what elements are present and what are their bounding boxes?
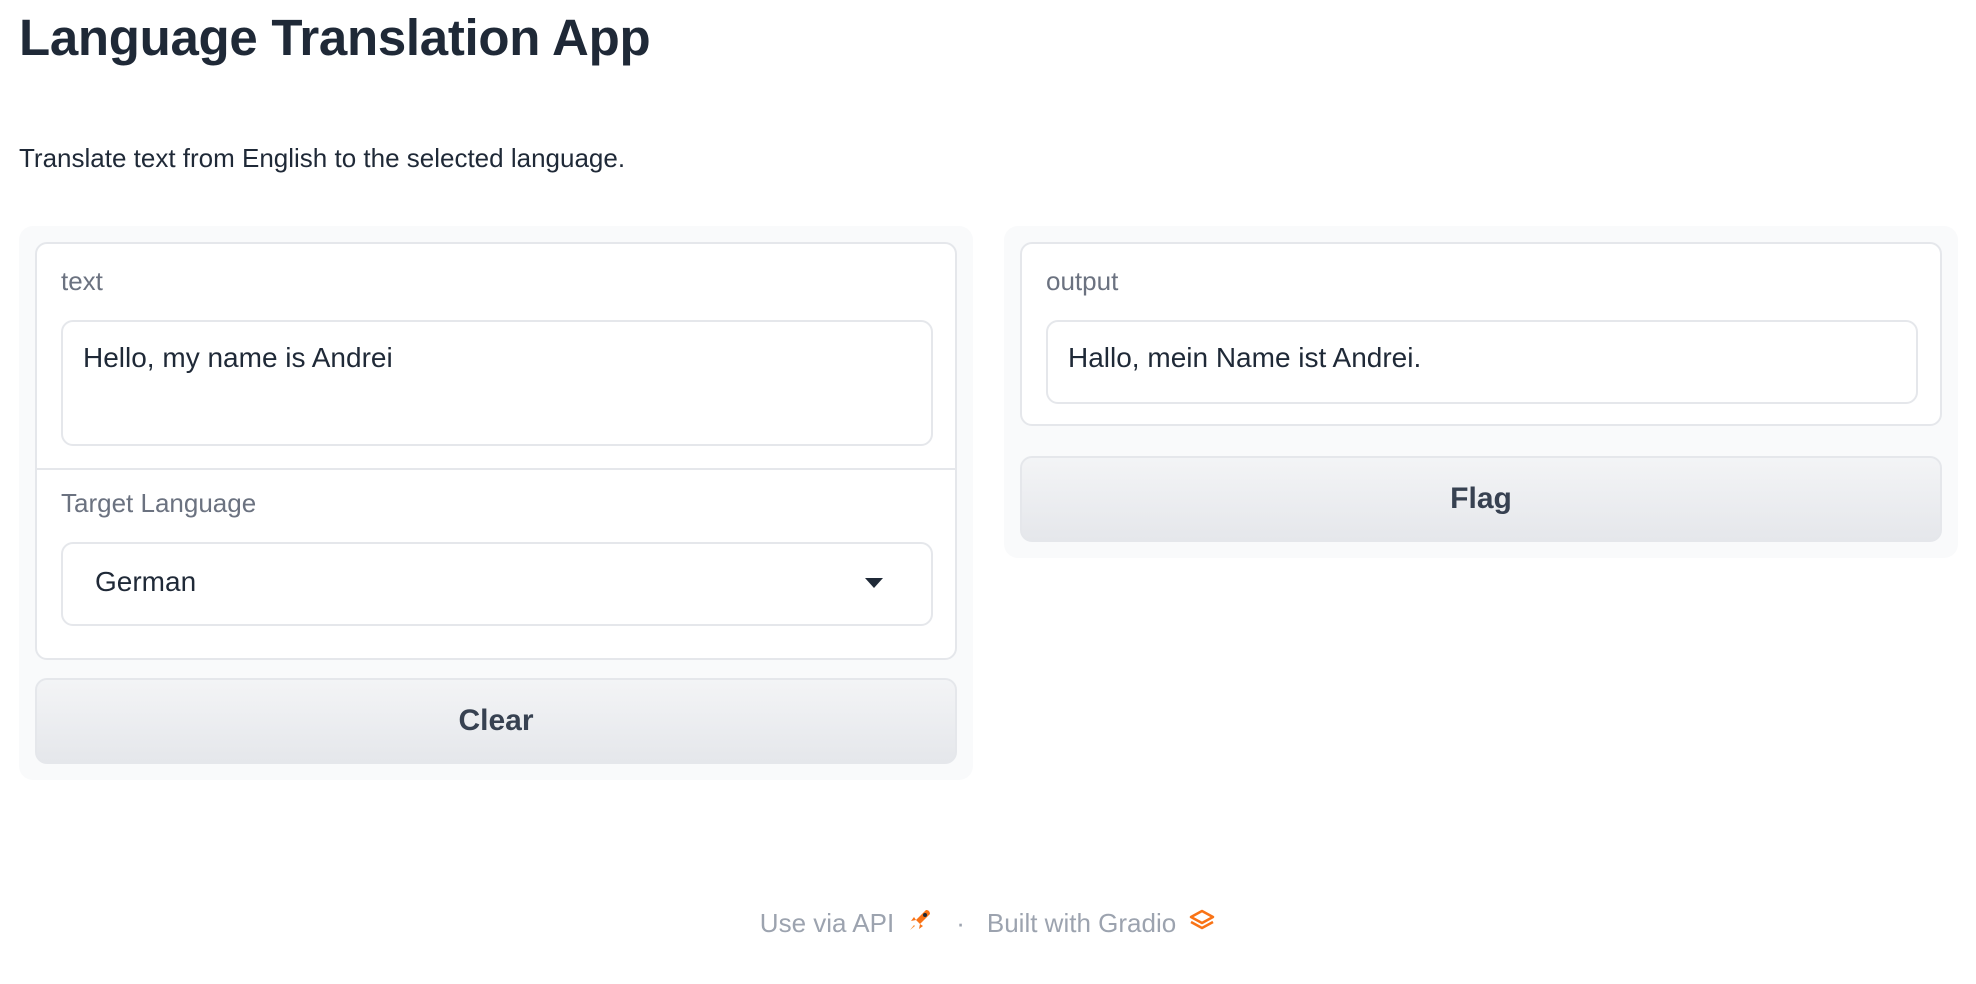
target-language-dropdown[interactable]: German [61,542,933,626]
output-textbox[interactable]: Hallo, mein Name ist Andrei. [1046,320,1918,404]
form-divider [37,468,955,470]
use-via-api-label: Use via API [759,908,895,938]
clear-button[interactable]: Clear [35,678,957,764]
use-via-api-link[interactable]: Use via API [760,906,934,941]
flag-button[interactable]: Flag [1020,456,1942,542]
output-column: output Hallo, mein Name ist Andrei. Flag [1004,226,1958,558]
output-label: output [1046,266,1119,296]
input-column: text Hello, my name is Andrei Target Lan… [19,226,973,780]
chevron-down-icon [865,578,883,588]
built-with-gradio-link[interactable]: Built with Gradio [987,906,1216,941]
page-title: Language Translation App [19,9,651,66]
built-with-gradio-label: Built with Gradio [986,908,1177,938]
target-language-value: German [95,566,197,597]
page-description: Translate text from English to the selec… [19,143,626,173]
app-page: Language Translation App Translate text … [0,0,1976,984]
footer-separator: · [956,908,965,938]
text-input-label: text [61,266,103,296]
rocket-icon [906,906,934,941]
output-form: output Hallo, mein Name ist Andrei. [1020,242,1942,426]
target-language-label: Target Language [61,488,257,518]
gradio-logo-icon [1188,906,1216,941]
input-form: text Hello, my name is Andrei Target Lan… [35,242,957,660]
footer: Use via API · Built with Gradio [0,906,1976,941]
text-input[interactable]: Hello, my name is Andrei [61,320,933,446]
